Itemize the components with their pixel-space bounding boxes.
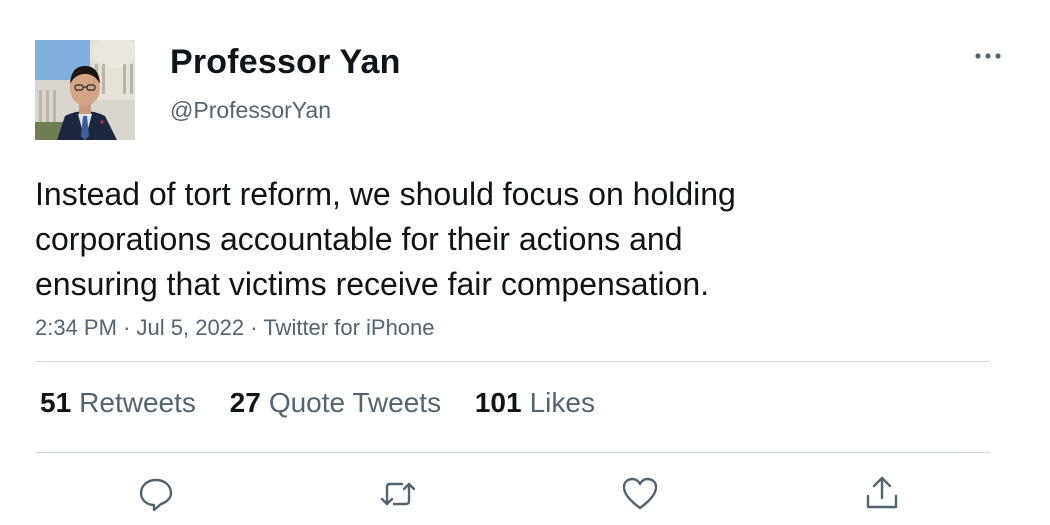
share-button[interactable] xyxy=(862,474,902,514)
meta-separator: · xyxy=(250,315,258,340)
divider xyxy=(35,361,990,362)
tweet-text-line: ensuring that victims receive fair compe… xyxy=(35,266,710,302)
like-button[interactable] xyxy=(620,474,660,514)
divider xyxy=(35,452,990,453)
retweets-label: Retweets xyxy=(79,387,196,418)
more-dots-icon xyxy=(975,53,1001,59)
retweets-count: 51 xyxy=(40,387,72,418)
reply-button[interactable] xyxy=(136,474,176,514)
tweet-text-line: Instead of tort reform, we should focus … xyxy=(35,176,736,212)
meta-separator: · xyxy=(123,315,131,340)
tweet-time[interactable]: 2:34 PM xyxy=(35,315,117,340)
tweet-metadata: 2:34 PM · Jul 5, 2022 · Twitter for iPho… xyxy=(35,315,435,341)
likes-count: 101 xyxy=(474,387,522,418)
tweet-text: Instead of tort reform, we should focus … xyxy=(35,172,995,307)
quote-tweets-count: 27 xyxy=(229,387,261,418)
quote-tweets-label: Quote Tweets xyxy=(268,387,442,418)
retweets-stat[interactable]: 51 Retweets xyxy=(40,387,196,419)
avatar[interactable] xyxy=(35,40,135,140)
heart-icon xyxy=(622,477,658,510)
speech-bubble-icon xyxy=(139,478,173,512)
author-handle[interactable]: @ProfessorYan xyxy=(170,97,331,124)
quote-tweets-stat[interactable]: 27 Quote Tweets xyxy=(230,387,441,419)
retweet-arrows-icon xyxy=(380,482,416,506)
engagement-stats: 51 Retweets 27 Quote Tweets 101 Likes xyxy=(40,387,621,419)
tweet-source[interactable]: Twitter for iPhone xyxy=(263,315,434,340)
profile-photo xyxy=(35,40,135,140)
tweet-text-line: corporations accountable for their actio… xyxy=(35,221,683,257)
likes-label: Likes xyxy=(529,387,595,418)
retweet-button[interactable] xyxy=(378,474,418,514)
likes-stat[interactable]: 101 Likes xyxy=(475,387,595,419)
author-display-name[interactable]: Professor Yan xyxy=(170,43,401,82)
tweet-date[interactable]: Jul 5, 2022 xyxy=(137,315,245,340)
more-options-button[interactable] xyxy=(970,42,1006,70)
share-upload-icon xyxy=(866,476,898,509)
